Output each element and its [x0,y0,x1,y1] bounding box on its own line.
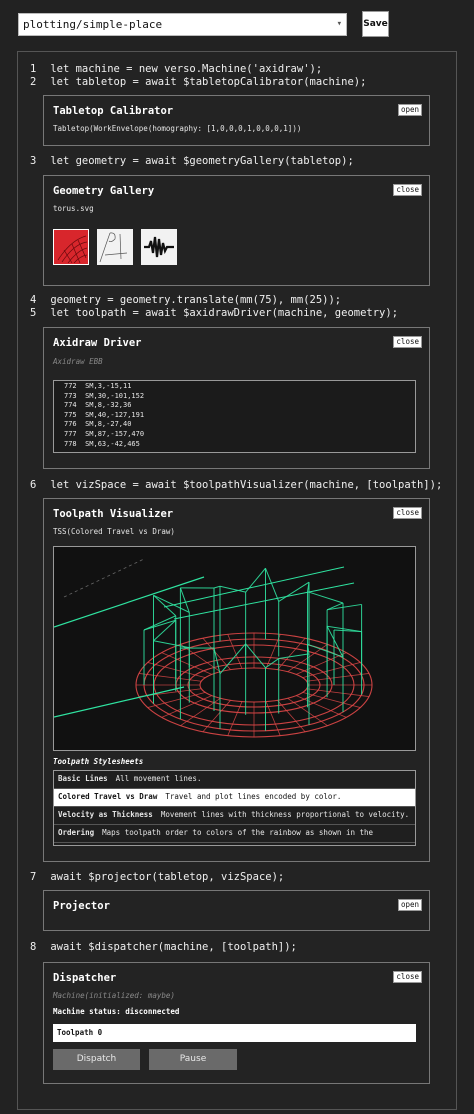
close-button[interactable]: close [393,336,422,348]
chevron-down-icon: ▾ [336,19,342,29]
code-line-6[interactable]: 6 let vizSpace = await $toolpathVisualiz… [30,479,442,492]
close-button[interactable]: close [393,507,422,519]
save-button[interactable]: Save [362,11,389,37]
command-log[interactable]: 772 SM,3,-15,11 773 SM,30,-101,152 774 SM,… [53,380,416,453]
stylesheet-desc: Maps toolpath order to colors of the rai… [102,828,374,837]
stylesheet-item-colored-travel[interactable]: Colored Travel vs Draw Travel and plot li… [54,789,415,807]
projector-cell: Projector open [43,890,430,931]
cell-title: Projector [53,900,110,912]
pause-button[interactable]: Pause [149,1049,237,1070]
sketch-thumbnail[interactable] [97,229,133,265]
driver-subtitle: Axidraw EBB [53,357,103,366]
stylesheet-item-basic-lines[interactable]: Basic Lines All movement lines. [54,771,415,789]
stylesheet-name: Colored Travel vs Draw [58,792,158,801]
log-line: 773 SM,30,-101,152 [64,391,145,400]
cell-title: Axidraw Driver [53,337,142,349]
code-line-2[interactable]: 2 let tabletop = await $tabletopCalibrat… [30,76,366,89]
draw-ring [199,667,309,703]
machine-status: Machine status: disconnected [53,1007,180,1016]
waveform-pattern-icon [144,236,174,258]
open-button[interactable]: open [397,899,422,911]
sketch-pattern-icon [99,232,128,263]
draw-ring [187,662,321,708]
code-line-8[interactable]: 8 await $dispatcher(machine, [toolpath])… [30,941,297,954]
stylesheet-item-ordering[interactable]: Ordering Maps toolpath order to colors of… [54,825,415,843]
log-line: 775 SM,40,-127,191 [64,410,145,419]
stylesheet-desc: Travel and plot lines encoded by color. [165,792,342,801]
visualizer-subtitle: TSS(Colored Travel vs Draw) [53,527,175,536]
stylesheet-desc: All movement lines. [115,774,202,783]
log-line: 776 SM,8,-27,40 [64,420,132,429]
log-line: 774 SM,8,-32,36 [64,401,132,410]
stylesheet-name: Velocity as Thickness [58,810,153,819]
tabletop-calibrator-cell: Tabletop Calibrator open Tabletop(WorkEn… [43,95,430,146]
travel-line [163,566,345,608]
travel-line [265,568,280,602]
travel-line [53,576,205,628]
log-line: 777 SM,87,-157,470 [64,429,145,438]
travel-line [153,640,190,649]
dispatcher-cell: Dispatcher close Machine(initialized: ma… [43,962,430,1084]
stylesheets-title: Toolpath Stylesheets [53,757,144,766]
travel-line [53,686,185,718]
machine-state: Machine(initialized: maybe) [53,991,175,1000]
travel-line [245,643,266,669]
tabletop-value: Tabletop(WorkEnvelope(homography: [1,0,0… [53,124,302,133]
cell-title: Toolpath Visualizer [53,508,174,520]
geometry-gallery-cell: Geometry Gallery close torus.svg [43,175,430,286]
torus-thumbnail[interactable] [53,229,89,265]
close-button[interactable]: close [393,971,422,983]
axidraw-driver-cell: Axidraw Driver close Axidraw EBB 772 SM,… [43,327,430,469]
draw-radial [277,637,306,670]
log-line: 778 SM,63,-42,465 [64,439,140,448]
stylesheet-name: Ordering [58,828,95,837]
travel-line [307,591,344,604]
close-button[interactable]: close [393,184,422,196]
toolpath-3d-view[interactable] [53,546,416,751]
toolpath-item[interactable]: Toolpath 0 [53,1024,416,1042]
open-button[interactable]: open [397,104,422,116]
code-line-7[interactable]: 7 await $projector(tabletop, vizSpace); [30,871,284,884]
waveform-thumbnail[interactable] [141,229,177,265]
toolpath-render [53,558,373,738]
torus-pattern-icon [57,235,88,264]
stylesheet-desc: Movement lines with thickness proportion… [160,810,410,819]
travel-line [63,558,145,598]
cell-title: Dispatcher [53,972,117,984]
cell-title: Geometry Gallery [53,185,155,197]
notebook-select-value: plotting/simple-place [23,18,163,31]
stylesheet-name: Basic Lines [58,774,108,783]
code-line-4[interactable]: 4 geometry = geometry.translate(mm(75), … [30,294,341,307]
draw-radial [202,637,231,670]
travel-line [213,585,221,589]
stylesheet-list[interactable]: Basic Lines All movement lines. Colored T… [53,770,416,846]
cell-title: Tabletop Calibrator [53,105,174,117]
top-bar: plotting/simple-place ▾ Save [0,0,474,50]
draw-radial [277,700,306,733]
selected-file-name: torus.svg [53,204,94,213]
code-line-1[interactable]: 1 let machine = new verso.Machine('axidr… [30,63,322,76]
log-line: 772 SM,3,-15,11 [64,382,132,390]
dispatch-button[interactable]: Dispatch [53,1049,140,1070]
toolpath-visualizer-cell: Toolpath Visualizer close TSS(Colored Tr… [43,498,430,862]
code-line-5[interactable]: 5 let toolpath = await $axidrawDriver(ma… [30,307,398,320]
stylesheet-item-velocity[interactable]: Velocity as Thickness Movement lines with… [54,807,415,825]
code-line-3[interactable]: 3 let geometry = await $geometryGallery(… [30,155,354,168]
notebook-select[interactable]: plotting/simple-place ▾ [18,13,347,36]
draw-radial [202,700,231,733]
travel-line [278,581,310,602]
travel-line [278,653,310,660]
travel-line [143,615,176,631]
